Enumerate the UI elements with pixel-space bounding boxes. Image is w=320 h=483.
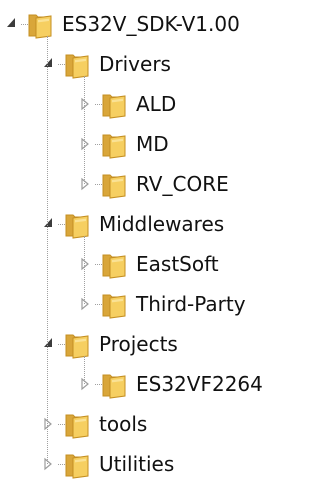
- collapsed-triangle-icon[interactable]: [41, 413, 57, 435]
- collapsed-triangle-icon[interactable]: [78, 373, 94, 395]
- folder-icon: [101, 169, 129, 199]
- tree-item[interactable]: MD: [0, 126, 299, 162]
- collapsed-triangle-icon[interactable]: [78, 173, 94, 195]
- tree-item[interactable]: Projects: [0, 326, 299, 362]
- folder-icon: [101, 129, 129, 159]
- tree-guide-line: [84, 236, 85, 304]
- folder-icon: [101, 369, 129, 399]
- tree-guide-line: [84, 76, 85, 184]
- tree-item[interactable]: ALD: [0, 86, 299, 122]
- folder-icon: [64, 329, 92, 359]
- expanded-triangle-icon[interactable]: [41, 53, 57, 75]
- tree-item-label: MD: [136, 132, 169, 156]
- tree-item-label: tools: [99, 412, 148, 436]
- collapsed-triangle-icon[interactable]: [41, 453, 57, 475]
- collapsed-triangle-icon[interactable]: [78, 93, 94, 115]
- tree-guide-line: [47, 36, 48, 464]
- tree-item[interactable]: EastSoft: [0, 246, 299, 282]
- folder-icon: [101, 89, 129, 119]
- folder-icon: [64, 449, 92, 479]
- tree-item-label: Middlewares: [99, 212, 225, 236]
- tree-item[interactable]: RV_CORE: [0, 166, 299, 202]
- tree-item-label: ALD: [136, 92, 177, 116]
- collapsed-triangle-icon[interactable]: [78, 133, 94, 155]
- tree-item-label: Third-Party: [136, 292, 246, 316]
- tree-item-label: Projects: [99, 332, 178, 356]
- tree-item-label: ES32VF2264: [136, 372, 263, 396]
- tree-item-label: Drivers: [99, 52, 171, 76]
- tree-item-label: Utilities: [99, 452, 175, 476]
- folder-icon: [27, 9, 55, 39]
- tree-item-label: EastSoft: [136, 252, 219, 276]
- tree-item[interactable]: Third-Party: [0, 286, 299, 322]
- tree-item[interactable]: Middlewares: [0, 206, 299, 242]
- folder-icon: [64, 209, 92, 239]
- tree-guide-line: [84, 356, 85, 384]
- folder-tree: ES32V_SDK-V1.00 Drivers ALD MD RV_CORE Middle…: [0, 0, 299, 483]
- folder-icon: [101, 289, 129, 319]
- folder-icon: [101, 249, 129, 279]
- folder-icon: [64, 49, 92, 79]
- folder-icon: [64, 409, 92, 439]
- tree-item[interactable]: Utilities: [0, 446, 299, 482]
- expanded-triangle-icon[interactable]: [4, 13, 20, 35]
- tree-item-label: RV_CORE: [136, 172, 229, 196]
- tree-item[interactable]: Drivers: [0, 46, 299, 82]
- expanded-triangle-icon[interactable]: [41, 213, 57, 235]
- tree-item[interactable]: ES32VF2264: [0, 366, 299, 402]
- tree-item[interactable]: ES32V_SDK-V1.00: [0, 6, 299, 42]
- expanded-triangle-icon[interactable]: [41, 333, 57, 355]
- tree-item[interactable]: tools: [0, 406, 299, 442]
- collapsed-triangle-icon[interactable]: [78, 293, 94, 315]
- tree-item-label: ES32V_SDK-V1.00: [62, 12, 240, 36]
- collapsed-triangle-icon[interactable]: [78, 253, 94, 275]
